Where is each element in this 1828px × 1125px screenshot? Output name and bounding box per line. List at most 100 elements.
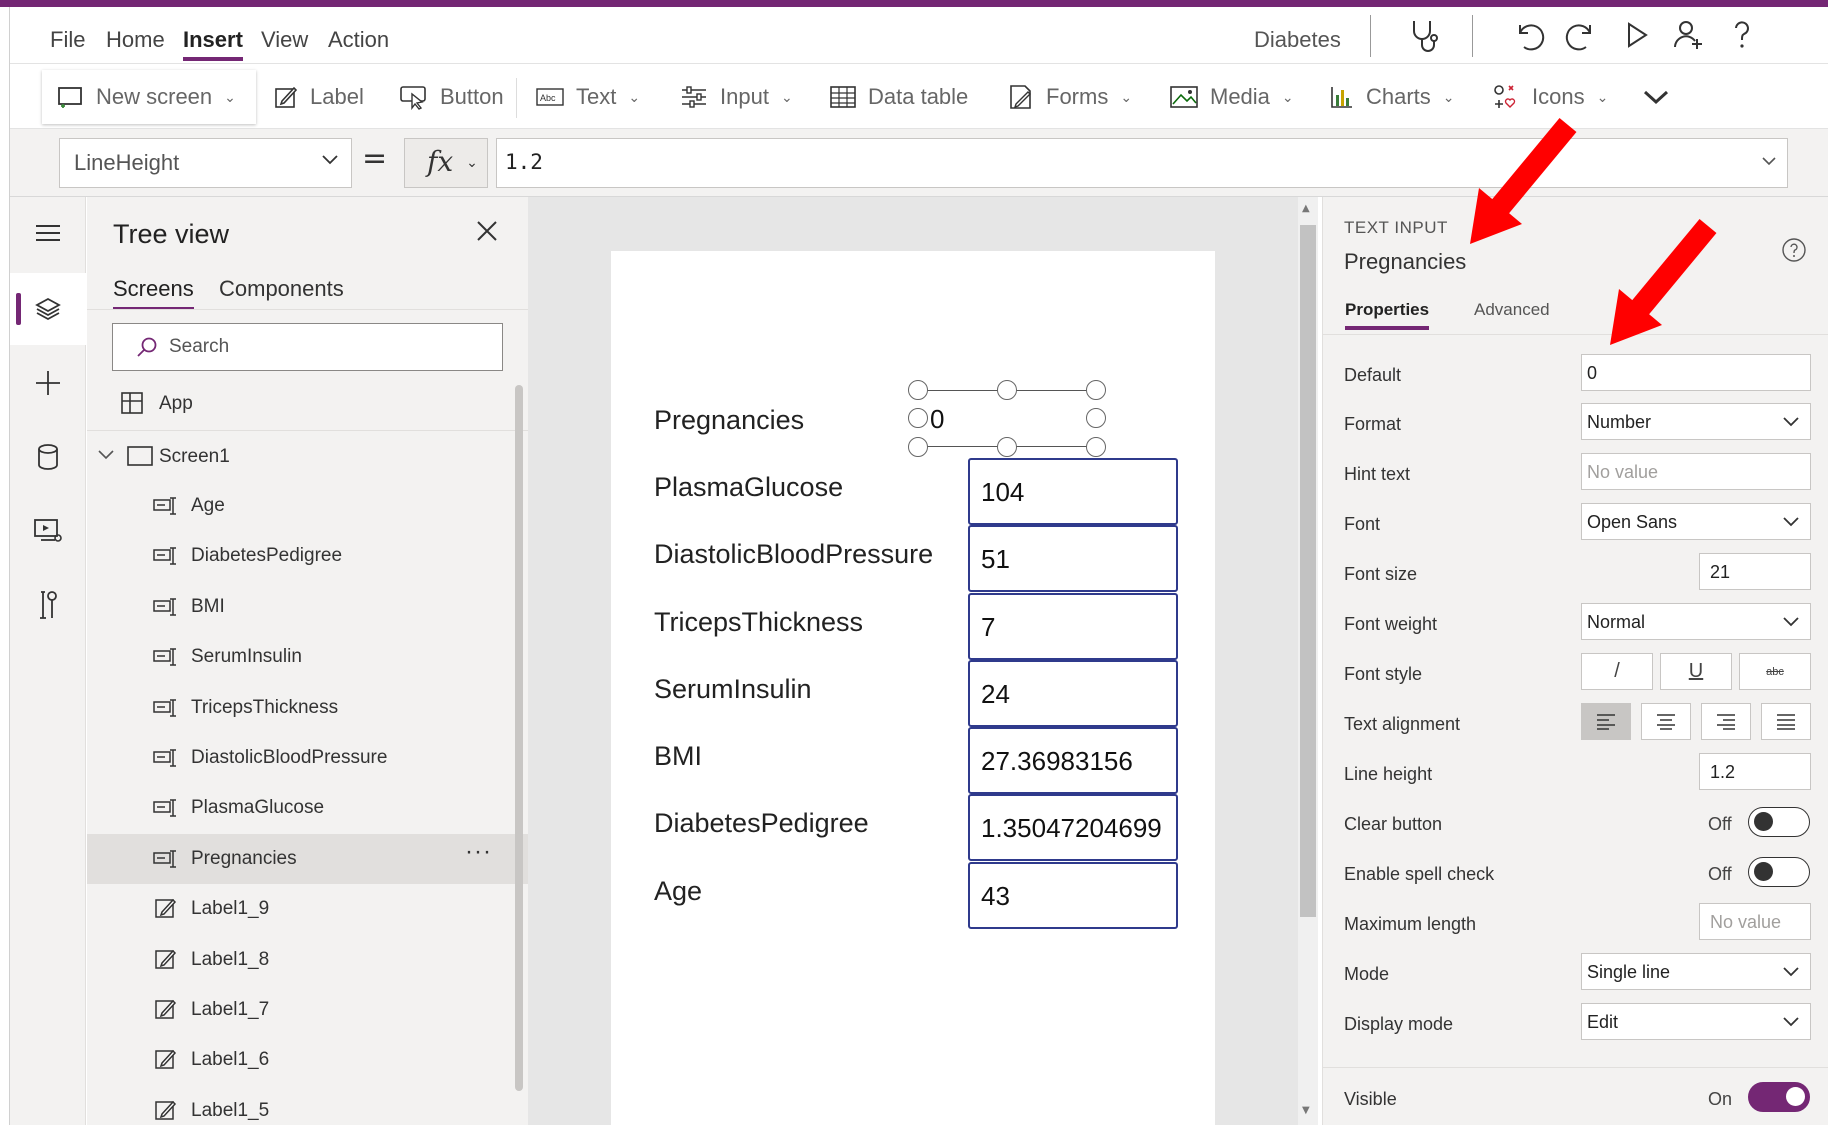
display-mode-dropdown[interactable]: Edit xyxy=(1581,1003,1811,1040)
tree-item-tricepsthickness[interactable]: TricepsThickness xyxy=(87,683,528,733)
tab-screens[interactable]: Screens xyxy=(113,276,194,310)
tree-view-button[interactable] xyxy=(10,273,86,345)
font-dropdown[interactable]: Open Sans xyxy=(1581,503,1811,540)
scroll-down-icon[interactable]: ▼ xyxy=(1302,1105,1310,1116)
tree-item-app[interactable]: App xyxy=(87,379,528,429)
bmi-input[interactable]: 27.36983156 xyxy=(968,727,1178,794)
tree-item-age[interactable]: Age xyxy=(87,481,528,531)
insert-button[interactable] xyxy=(10,347,86,419)
tree-item-label1-7[interactable]: Label1_7 xyxy=(87,985,528,1035)
italic-button[interactable]: / xyxy=(1581,653,1653,690)
expand-formula-icon[interactable] xyxy=(1761,155,1777,167)
text-button[interactable]: Abc Text ⌄ xyxy=(536,70,640,124)
tree-item-label1-5[interactable]: Label1_5 xyxy=(87,1086,528,1125)
input-button[interactable]: Input ⌄ xyxy=(680,70,793,124)
charts-button[interactable]: Charts ⌄ xyxy=(1330,70,1455,124)
menu-home[interactable]: Home xyxy=(106,27,165,53)
property-selector[interactable]: LineHeight xyxy=(59,138,352,188)
resize-handle[interactable] xyxy=(908,408,928,428)
tree-item-pregnancies[interactable]: Pregnancies ··· xyxy=(87,833,528,884)
max-length-input[interactable]: No value xyxy=(1699,903,1811,940)
resize-handle[interactable] xyxy=(1086,380,1106,400)
align-right-button[interactable] xyxy=(1701,703,1751,740)
default-input[interactable]: 0 xyxy=(1581,354,1811,391)
more-ribbon-button[interactable] xyxy=(1642,70,1670,124)
hamburger-menu-button[interactable] xyxy=(10,197,86,269)
align-left-button[interactable] xyxy=(1581,703,1631,740)
resize-handle[interactable] xyxy=(908,380,928,400)
resize-handle[interactable] xyxy=(997,380,1017,400)
fx-button[interactable]: fx ⌄ xyxy=(404,138,488,188)
underline-button[interactable]: U xyxy=(1660,653,1732,690)
tab-properties[interactable]: Properties xyxy=(1345,300,1430,330)
app-checker-stethoscope-icon[interactable] xyxy=(1402,15,1442,55)
align-justify-button[interactable] xyxy=(1761,703,1811,740)
tree-item-plasmaglucose[interactable]: PlasmaGlucose xyxy=(87,783,528,833)
resize-handle[interactable] xyxy=(908,437,928,457)
format-dropdown[interactable]: Number xyxy=(1581,403,1811,440)
media-button[interactable]: Media ⌄ xyxy=(1170,70,1294,124)
tree-item-screen1[interactable]: Screen1 xyxy=(87,432,528,482)
share-user-icon[interactable] xyxy=(1668,15,1708,55)
resize-handle[interactable] xyxy=(1086,437,1106,457)
tree-item-bmi[interactable]: BMI xyxy=(87,582,528,632)
font-size-input[interactable]: 21 xyxy=(1699,553,1811,590)
data-button[interactable] xyxy=(10,421,86,493)
tree-item-label1-6[interactable]: Label1_6 xyxy=(87,1035,528,1085)
button-button[interactable]: Button xyxy=(400,70,504,124)
seruminsulin-input[interactable]: 24 xyxy=(968,660,1178,727)
strikethrough-button[interactable]: abc xyxy=(1739,653,1811,690)
play-icon[interactable] xyxy=(1616,15,1656,55)
icons-button[interactable]: Icons ⌄ xyxy=(1492,70,1608,124)
tree-scrollbar[interactable] xyxy=(515,385,523,1091)
tree-item-diabetespedigree[interactable]: DiabetesPedigree xyxy=(87,531,528,581)
help-icon[interactable] xyxy=(1722,15,1762,55)
formula-input[interactable]: 1.2 xyxy=(496,138,1788,188)
tree-search-box[interactable] xyxy=(112,323,503,371)
media-pane-button[interactable] xyxy=(10,495,86,567)
scroll-up-icon[interactable]: ▲ xyxy=(1302,203,1310,214)
label-button[interactable]: Label xyxy=(274,70,364,124)
tricepsthickness-input[interactable]: 7 xyxy=(968,593,1178,660)
more-options-icon[interactable]: ··· xyxy=(465,838,492,866)
line-height-input[interactable]: 1.2 xyxy=(1699,753,1811,790)
visible-toggle[interactable] xyxy=(1748,1082,1810,1112)
align-center-button[interactable] xyxy=(1641,703,1691,740)
undo-icon[interactable] xyxy=(1508,15,1548,55)
label-button-label: Label xyxy=(310,84,364,109)
diabetespedigree-input[interactable]: 1.35047204699 xyxy=(968,794,1178,861)
tree-item-seruminsulin[interactable]: SerumInsulin xyxy=(87,632,528,682)
age-input[interactable]: 43 xyxy=(968,862,1178,929)
help-icon[interactable] xyxy=(1781,237,1807,263)
menu-file[interactable]: File xyxy=(50,27,85,53)
close-icon[interactable] xyxy=(475,219,499,243)
mode-dropdown[interactable]: Single line xyxy=(1581,953,1811,990)
menu-action[interactable]: Action xyxy=(328,27,389,53)
advanced-tools-button[interactable] xyxy=(10,569,86,641)
data-table-button[interactable]: Data table xyxy=(830,70,968,124)
tree-item-label1-8[interactable]: Label1_8 xyxy=(87,935,528,985)
spell-check-toggle[interactable] xyxy=(1748,857,1810,887)
redo-icon[interactable] xyxy=(1562,15,1602,55)
plasmaglucose-input[interactable]: 104 xyxy=(968,458,1178,525)
tab-advanced[interactable]: Advanced xyxy=(1474,300,1550,320)
tab-components[interactable]: Components xyxy=(219,276,344,302)
resize-handle[interactable] xyxy=(1086,408,1106,428)
menu-view[interactable]: View xyxy=(261,27,308,53)
forms-button[interactable]: Forms ⌄ xyxy=(1008,70,1132,124)
new-screen-button[interactable]: New screen ⌄ xyxy=(42,70,256,124)
canvas-scrollbar[interactable]: ▲ ▼ xyxy=(1298,197,1318,1125)
menu-insert[interactable]: Insert xyxy=(183,27,243,61)
screen1-canvas[interactable]: Pregnancies 0 PlasmaGlucose 104 DiastolicBlo… xyxy=(611,251,1215,1125)
diastolicbloodpressure-input[interactable]: 51 xyxy=(968,525,1178,592)
search-input[interactable] xyxy=(169,330,489,364)
selected-control[interactable]: 0 xyxy=(908,380,1106,457)
clear-button-toggle[interactable] xyxy=(1748,807,1810,837)
resize-handle[interactable] xyxy=(997,437,1017,457)
scroll-thumb[interactable] xyxy=(1300,225,1316,917)
chevron-down-icon[interactable] xyxy=(97,448,115,462)
tree-item-label1-9[interactable]: Label1_9 xyxy=(87,884,528,934)
tree-item-diastolicbloodpressure[interactable]: DiastolicBloodPressure xyxy=(87,733,528,783)
font-weight-dropdown[interactable]: Normal xyxy=(1581,603,1811,640)
hint-text-input[interactable]: No value xyxy=(1581,453,1811,490)
